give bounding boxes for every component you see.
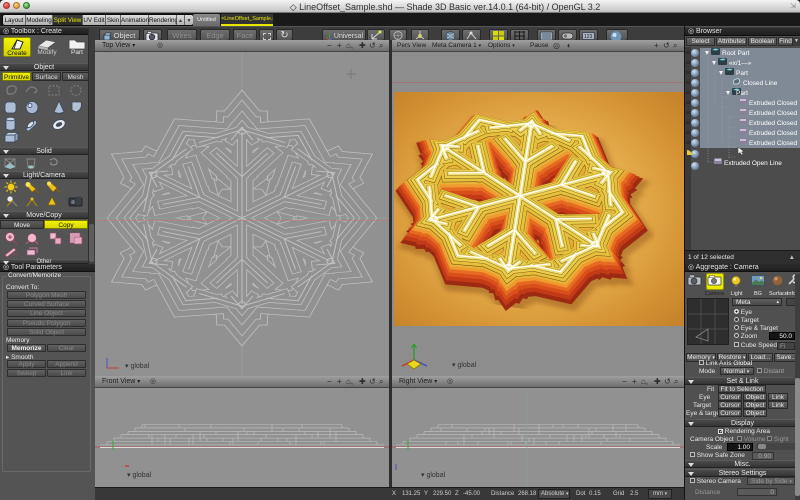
- svg-text:Root Part: Root Part: [722, 50, 750, 57]
- svg-text:Extruded Closed: Extruded Closed: [749, 120, 797, 127]
- svg-text:Extruded Closed: Extruded Closed: [749, 110, 797, 117]
- svg-text:Closed Line: Closed Line: [743, 80, 778, 87]
- svg-text:Extruded Closed: Extruded Closed: [749, 100, 797, 107]
- svg-text:Extruded Open Line: Extruded Open Line: [724, 160, 782, 167]
- svg-text:«x/1—»: «x/1—»: [729, 60, 752, 67]
- svg-text:Part: Part: [736, 90, 748, 97]
- svg-text:Part: Part: [736, 70, 748, 77]
- svg-text:Extruded Closed: Extruded Closed: [749, 140, 797, 147]
- svg-text:Extruded Closed: Extruded Closed: [749, 130, 797, 137]
